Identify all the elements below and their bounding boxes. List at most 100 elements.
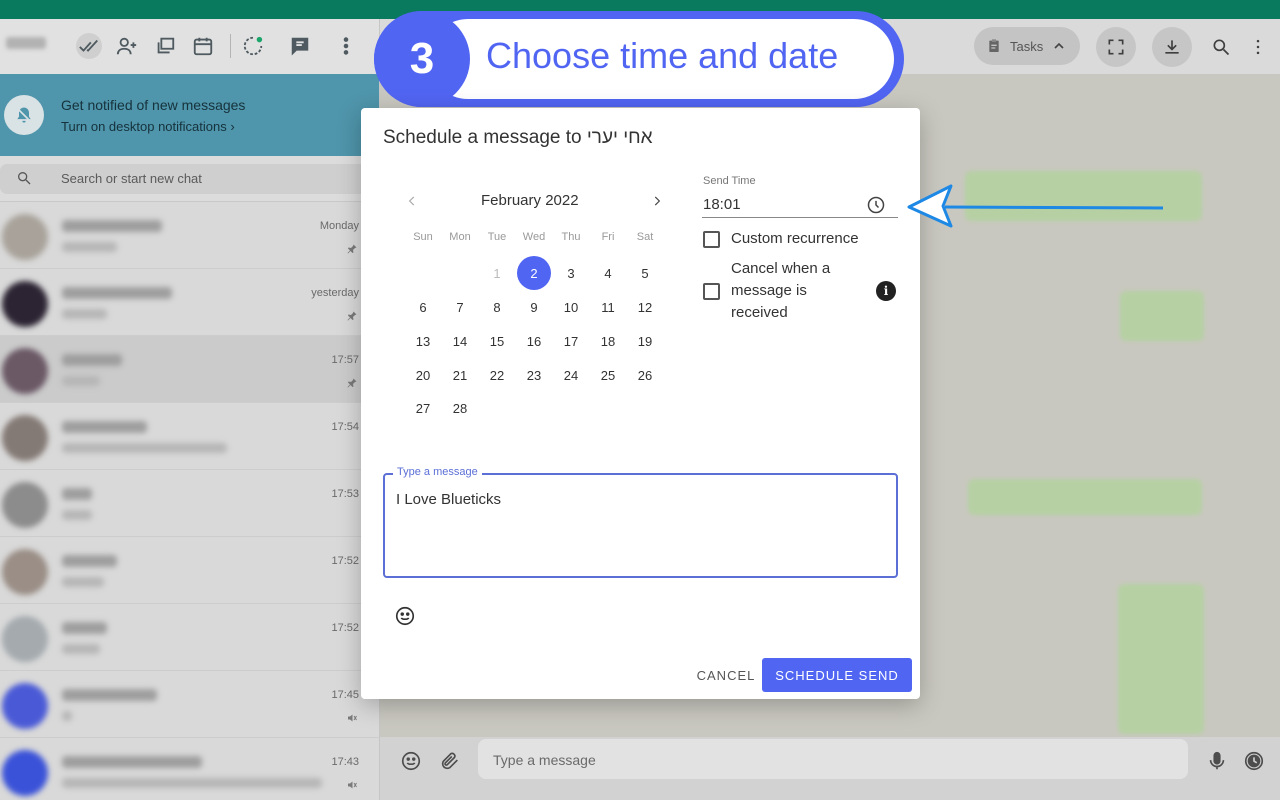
calendar-day[interactable]: 4 bbox=[591, 256, 625, 290]
weekday-label: Fri bbox=[601, 231, 615, 243]
chat-preview bbox=[62, 242, 117, 252]
calendar-day[interactable]: 17 bbox=[554, 324, 588, 358]
calendar-day[interactable]: 20 bbox=[406, 358, 440, 392]
calendar-day[interactable]: 19 bbox=[628, 324, 662, 358]
sidebar: Get notified of new messages Turn on des… bbox=[0, 19, 380, 800]
fullscreen-button[interactable] bbox=[1096, 27, 1136, 67]
clipboard-icon bbox=[989, 39, 999, 52]
schedule-send-button[interactable]: SCHEDULE SEND bbox=[762, 658, 912, 692]
schedule-clock-icon[interactable] bbox=[1241, 748, 1267, 774]
avatar bbox=[2, 549, 48, 595]
muted-icon bbox=[346, 711, 358, 725]
weekday-label: Wed bbox=[522, 231, 546, 243]
calendar-day[interactable]: 11 bbox=[591, 290, 625, 324]
chat-name bbox=[62, 756, 202, 768]
emoji-icon[interactable] bbox=[398, 748, 424, 774]
weekday-label: Sat bbox=[636, 231, 654, 243]
attach-icon[interactable] bbox=[437, 748, 463, 774]
avatar bbox=[2, 415, 48, 461]
chat-list-item[interactable]: 17:53 bbox=[0, 470, 379, 537]
chat-list-item[interactable]: 17:52 bbox=[0, 604, 379, 671]
custom-recurrence-checkbox[interactable] bbox=[703, 231, 720, 248]
info-icon[interactable]: i bbox=[876, 281, 896, 301]
chat-list-item[interactable]: Monday bbox=[0, 202, 379, 269]
message-textarea[interactable] bbox=[383, 473, 898, 578]
chat-list-item[interactable]: 17:57 bbox=[0, 336, 379, 403]
download-icon bbox=[1165, 40, 1179, 54]
calendar-day[interactable]: 10 bbox=[554, 290, 588, 324]
calendar-day[interactable]: 25 bbox=[591, 358, 625, 392]
chat-list: Monday yesterday 17:57 17:54 17:53 17:52 17:52… bbox=[0, 202, 379, 800]
calendar-day[interactable]: 14 bbox=[443, 324, 477, 358]
chat-preview bbox=[62, 443, 227, 453]
double-check-icon[interactable] bbox=[76, 33, 102, 59]
calendar-day[interactable]: 22 bbox=[480, 358, 514, 392]
chevron-left-icon bbox=[408, 196, 415, 206]
dialog-title: Schedule a message to אחי יערי bbox=[383, 127, 653, 148]
previous-month-button[interactable] bbox=[403, 192, 421, 210]
calendar-day[interactable]: 18 bbox=[591, 324, 625, 358]
calendar-day[interactable]: 16 bbox=[517, 324, 551, 358]
calendar-day[interactable]: 5 bbox=[628, 256, 662, 290]
send-time-input[interactable]: 18:01 bbox=[703, 196, 741, 213]
chat-list-item[interactable]: 17:45 bbox=[0, 671, 379, 738]
step-text: Choose time and date bbox=[486, 35, 839, 76]
calendar-icon[interactable] bbox=[190, 33, 216, 59]
composer-input[interactable]: Type a message bbox=[478, 739, 1188, 779]
cancel-when-received-checkbox[interactable] bbox=[703, 283, 720, 300]
chat-preview bbox=[62, 376, 100, 386]
chat-name bbox=[62, 421, 147, 433]
calendar-day[interactable]: 27 bbox=[406, 391, 440, 425]
avatar bbox=[2, 683, 48, 729]
search-chat-button[interactable] bbox=[1209, 35, 1233, 59]
calendar-day[interactable]: 9 bbox=[517, 290, 551, 324]
add-contact-icon[interactable] bbox=[114, 33, 140, 59]
weekday-label: Sun bbox=[413, 231, 433, 243]
chat-name bbox=[62, 488, 92, 500]
copy-chats-icon[interactable] bbox=[152, 33, 178, 59]
calendar-day[interactable]: 6 bbox=[406, 290, 440, 324]
calendar-day[interactable]: 3 bbox=[554, 256, 588, 290]
tasks-button[interactable]: Tasks bbox=[974, 27, 1080, 65]
annotation-arrow-icon bbox=[907, 184, 1164, 228]
calendar-day[interactable]: 24 bbox=[554, 358, 588, 392]
chat-list-item[interactable]: 17:52 bbox=[0, 537, 379, 604]
download-button[interactable] bbox=[1152, 27, 1192, 67]
chat-name bbox=[62, 220, 162, 232]
calendar-day[interactable]: 2 bbox=[517, 256, 551, 290]
pin-icon bbox=[346, 242, 358, 256]
cancel-button[interactable]: CANCEL bbox=[691, 658, 761, 692]
calendar-day[interactable]: 23 bbox=[517, 358, 551, 392]
custom-recurrence-label: Custom recurrence bbox=[731, 230, 859, 247]
calendar-day[interactable]: 15 bbox=[480, 324, 514, 358]
calendar-day[interactable]: 8 bbox=[480, 290, 514, 324]
chat-list-item[interactable]: 17:43 bbox=[0, 738, 379, 800]
calendar-day[interactable]: 28 bbox=[443, 391, 477, 425]
chat-list-item[interactable]: 17:54 bbox=[0, 403, 379, 470]
weekday-label: Mon bbox=[449, 231, 471, 243]
chat-list-item[interactable]: yesterday bbox=[0, 269, 379, 336]
status-icon[interactable] bbox=[240, 33, 266, 59]
message-composer: Type a message bbox=[380, 737, 1280, 800]
new-chat-icon[interactable] bbox=[287, 33, 313, 59]
chat-menu-button[interactable] bbox=[1246, 35, 1270, 59]
notification-banner[interactable]: Get notified of new messages Turn on des… bbox=[0, 74, 379, 156]
emoji-icon[interactable] bbox=[394, 605, 416, 627]
calendar-day[interactable]: 13 bbox=[406, 324, 440, 358]
microphone-icon[interactable] bbox=[1204, 748, 1230, 774]
chat-time: yesterday bbox=[311, 287, 359, 299]
clock-icon[interactable] bbox=[866, 195, 886, 215]
menu-dots-icon[interactable] bbox=[333, 33, 359, 59]
calendar-day[interactable]: 21 bbox=[443, 358, 477, 392]
calendar-month: February 2022 bbox=[481, 192, 579, 209]
calendar-day[interactable]: 26 bbox=[628, 358, 662, 392]
search-icon bbox=[1213, 39, 1230, 56]
chat-time: Monday bbox=[319, 220, 359, 232]
calendar-day[interactable]: 12 bbox=[628, 290, 662, 324]
next-month-button[interactable] bbox=[648, 192, 666, 210]
message-bubble bbox=[1118, 584, 1204, 734]
profile-avatar[interactable] bbox=[6, 37, 46, 49]
notification-link[interactable]: Turn on desktop notifications › bbox=[61, 119, 235, 134]
calendar-day[interactable]: 7 bbox=[443, 290, 477, 324]
menu-dots-icon bbox=[1256, 39, 1260, 55]
